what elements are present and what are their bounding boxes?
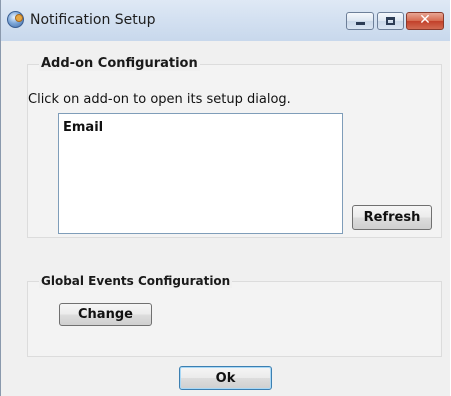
global-events-label: Global Events Configuration [39, 274, 233, 288]
window-title: Notification Setup [30, 12, 156, 28]
app-icon[interactable] [7, 11, 24, 28]
dialog-client-area: Add-on Configuration Click on add-on to … [1, 41, 450, 396]
addon-configuration-label: Add-on Configuration [39, 56, 200, 71]
change-button[interactable]: Change [59, 303, 152, 326]
addon-listbox[interactable]: Email [58, 113, 343, 234]
close-button[interactable]: ✕ [406, 12, 444, 30]
gear-icon [15, 14, 23, 22]
list-item[interactable]: Email [63, 120, 103, 135]
title-bar[interactable]: Notification Setup ✕ [1, 0, 450, 41]
minimize-icon [356, 22, 365, 25]
minimize-button[interactable] [346, 12, 374, 30]
maximize-button[interactable] [377, 12, 404, 30]
close-icon: ✕ [419, 12, 431, 28]
maximize-icon [386, 17, 395, 25]
refresh-button[interactable]: Refresh [352, 205, 432, 230]
ok-button[interactable]: Ok [179, 366, 272, 390]
notification-setup-window: Notification Setup ✕ Add-on Configuratio… [0, 0, 450, 396]
addon-instruction-text: Click on add-on to open its setup dialog… [28, 92, 291, 107]
